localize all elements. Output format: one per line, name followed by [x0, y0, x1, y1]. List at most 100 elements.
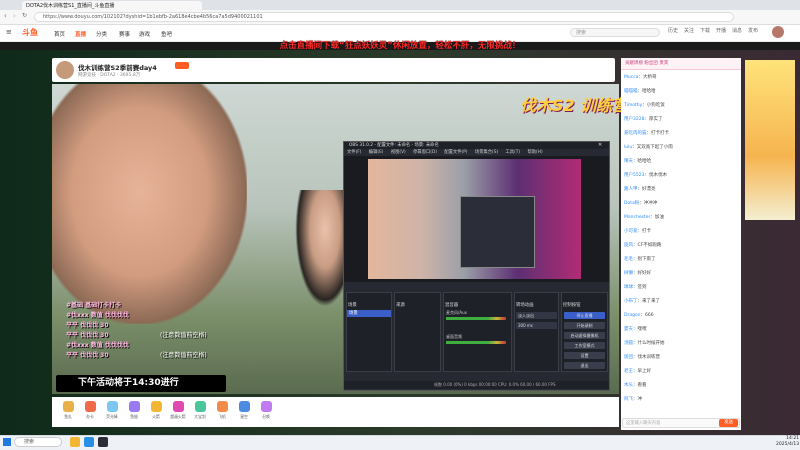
gift-item[interactable]: 飞机 [211, 401, 233, 420]
nav-home[interactable]: 首页 [54, 30, 65, 38]
gift-item[interactable]: 星空 [233, 401, 255, 420]
chat-username[interactable]: 喵喵喵 [624, 89, 638, 94]
side-advert[interactable] [745, 60, 795, 220]
chat-text: 哈哈哈 [637, 159, 652, 164]
gift-item[interactable]: 鱼丸 [57, 401, 79, 420]
browser-tab[interactable]: DOTA2伐木训练营S1_直播间_斗鱼直播 [22, 1, 202, 10]
chat-username[interactable]: Mucca [624, 75, 638, 80]
stop-stream-button[interactable]: 停止直播 [564, 312, 605, 319]
overlay-note: (注意数值前空格) [160, 332, 207, 339]
chat-username[interactable]: 毛毛 [624, 257, 633, 262]
chat-message: 用户5523：伐木伐木 [624, 172, 738, 178]
nav-live[interactable]: 直播 [75, 30, 86, 38]
exit-button[interactable]: 退出 [564, 362, 605, 369]
gift-item[interactable]: 召唤 [255, 401, 277, 420]
chat-message: Mucca：大桥哥 [624, 74, 738, 80]
send-button[interactable]: 发送 [719, 419, 738, 427]
download-icon[interactable]: 下载 [699, 27, 711, 34]
obs-menu-view[interactable]: 视图(V) [391, 150, 406, 155]
chat-username[interactable]: 阿飞 [624, 397, 633, 402]
obs-menu-profile[interactable]: 配置文件(P) [444, 150, 467, 155]
chat-header[interactable]: 贡献周榜 粉丝团 贵宾 [621, 58, 741, 70]
mixer-meter [446, 317, 506, 320]
chat-username[interactable]: 球球 [624, 285, 633, 290]
chat-text: 加油 [654, 215, 664, 220]
chat-message: 晴天：哈哈哈 [624, 158, 738, 164]
gift-item[interactable]: 鱼翅 [123, 401, 145, 420]
obs-menu-scenes[interactable]: 场景集合(S) [475, 150, 498, 155]
back-icon[interactable]: ‹ [4, 12, 7, 20]
gift-item[interactable]: 荧光棒 [101, 401, 123, 420]
gift-item[interactable]: 办卡 [79, 401, 101, 420]
overlay-line: #伐xxx 数值 伐伐伐伐 [66, 342, 129, 349]
broadcast-icon[interactable]: 开播 [715, 27, 727, 34]
chat-username[interactable]: 树懒 [624, 271, 633, 276]
site-logo[interactable]: 斗鱼 [22, 27, 38, 38]
chat-username[interactable]: 旋风 [624, 243, 633, 248]
promo-banner[interactable]: 点击直播间下载“狂点妖妖灵”休闲放置，轻松不肝，无限挑战！ [240, 39, 560, 51]
chat-username[interactable]: 汤圆 [624, 341, 633, 346]
obs-menu-help[interactable]: 帮助(H) [527, 150, 542, 155]
chat-message: 饭团：伐木训练营 [624, 354, 738, 360]
studio-mode-button[interactable]: 工作室模式 [564, 342, 605, 349]
duration-field[interactable]: 300 ms [516, 322, 557, 329]
obs-statusbar: 帧数 0.00 (0%) 0 kbps 00:00:00 CPU: 0.0% 6… [344, 381, 609, 389]
chat-username[interactable]: 路人甲 [624, 187, 638, 192]
nav-category[interactable]: 分类 [96, 30, 107, 38]
menu-icon[interactable]: ≡ [6, 28, 12, 36]
chat-username[interactable]: 用户5523 [624, 173, 644, 178]
streamer-avatar[interactable] [56, 61, 74, 79]
windows-start-icon[interactable] [3, 438, 11, 446]
taskbar-search[interactable]: 搜索 [14, 437, 62, 447]
gift-label: 火箭 [152, 414, 160, 419]
gift-icon [172, 401, 184, 412]
gift-item[interactable]: 大宝剑 [189, 401, 211, 420]
nav-fishbar[interactable]: 鱼吧 [161, 30, 172, 38]
obs-menu-file[interactable]: 文件(F) [347, 150, 361, 155]
chat-username[interactable]: 小可爱 [624, 229, 638, 234]
close-icon[interactable]: ✕ [598, 142, 602, 148]
chat-username[interactable]: 爱吃肉的猫 [624, 131, 647, 136]
chat-username[interactable]: 晴天 [624, 159, 633, 164]
address-bar[interactable]: https://www.douyu.com/102102?dyshid=1b1e… [34, 12, 734, 22]
message-icon[interactable]: 消息 [731, 27, 743, 34]
virtual-camera-button[interactable]: 启动虚拟摄像机 [564, 332, 605, 339]
chat-username[interactable]: Dota粉 [624, 201, 639, 206]
scene-item[interactable]: 场景 [347, 310, 391, 317]
gift-item[interactable]: 火箭 [145, 401, 167, 420]
history-icon[interactable]: 历史 [667, 27, 679, 34]
chat-text: 早上好 [637, 369, 652, 374]
chat-username[interactable]: 木头 [624, 383, 633, 388]
settings-button[interactable]: 设置 [564, 352, 605, 359]
chat-username[interactable]: 饭团 [624, 355, 633, 360]
gift-item[interactable]: 超级火箭 [167, 401, 189, 420]
chat-message: Dota粉：冲冲冲 [624, 200, 738, 206]
obs-menu-edit[interactable]: 编辑(E) [369, 150, 384, 155]
transition-select[interactable]: 淡入淡出 [516, 312, 557, 319]
chat-username[interactable]: 老王 [624, 369, 633, 374]
follow-icon[interactable]: 关注 [683, 27, 695, 34]
chat-username[interactable]: lulu [624, 145, 632, 150]
obs-taskbar-icon[interactable] [98, 437, 108, 447]
gift-label: 飞机 [218, 414, 226, 419]
chat-username[interactable]: 夏天 [624, 327, 633, 332]
chat-username[interactable]: 小布丁 [624, 299, 638, 304]
nav-events[interactable]: 赛事 [119, 30, 130, 38]
follow-button[interactable] [175, 62, 189, 69]
publish-icon[interactable]: 发布 [747, 27, 759, 34]
edge-icon[interactable] [84, 437, 94, 447]
chat-username[interactable]: Dragon [624, 313, 641, 318]
obs-menu-docks[interactable]: 停靠窗口(D) [413, 150, 437, 155]
nav-games[interactable]: 游戏 [139, 30, 150, 38]
gift-label: 超级火箭 [170, 414, 186, 419]
start-record-button[interactable]: 开始录制 [564, 322, 605, 329]
chat-username[interactable]: Manchester [624, 215, 650, 220]
user-avatar[interactable] [772, 26, 784, 38]
search-input[interactable]: 搜索 [570, 28, 660, 37]
file-explorer-icon[interactable] [70, 437, 80, 447]
forward-icon[interactable]: › [13, 12, 16, 20]
chat-username[interactable]: 用户3228 [624, 117, 644, 122]
obs-menu-tools[interactable]: 工具(T) [506, 150, 521, 155]
refresh-icon[interactable]: ↻ [22, 12, 27, 19]
chat-username[interactable]: Timothy [624, 103, 642, 108]
